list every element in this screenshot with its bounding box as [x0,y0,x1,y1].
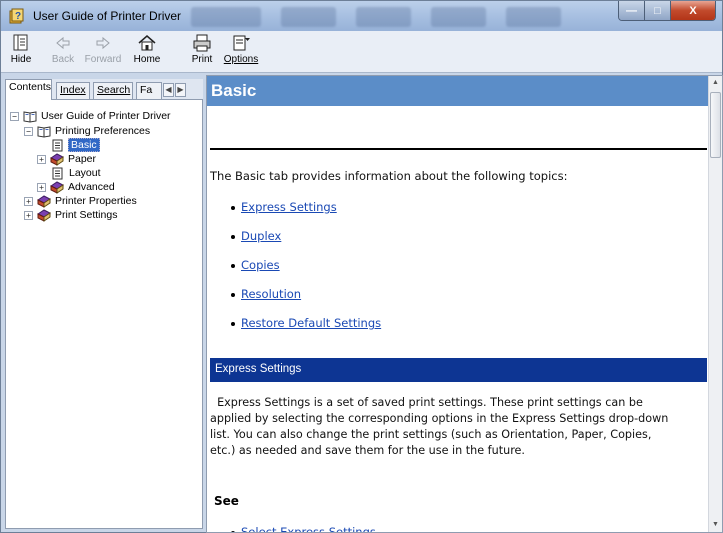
tree-label: Paper [68,153,97,165]
closed-book-icon [50,180,64,194]
see-link-select-express-settings[interactable]: Select Express Settings [241,525,376,532]
section-paragraph: Express Settings is a set of saved print… [210,395,706,459]
tab-scroll-right-icon[interactable]: ▶ [175,83,186,97]
tree-label: User Guide of Printer Driver [41,110,171,122]
tab-contents[interactable]: Contents [5,79,52,100]
title-bar[interactable]: ? User Guide of Printer Driver — □ X [1,1,722,31]
forward-label: Forward [84,54,122,65]
open-book-icon [23,110,37,123]
scroll-down-icon[interactable]: ▼ [709,518,722,532]
window-title: User Guide of Printer Driver [33,9,182,23]
tree-item-root[interactable]: − User Guide of Printer Driver [10,109,172,123]
print-label: Print [191,54,213,65]
page-icon [52,167,63,179]
expand-icon[interactable]: + [37,154,46,164]
collapse-icon[interactable]: − [24,126,33,136]
closed-book-icon [37,194,51,208]
minimize-button[interactable]: — [619,1,645,20]
options-icon [233,35,250,51]
bullet [231,234,235,239]
hide-button[interactable]: Hide [7,33,35,65]
tree-label: Print Settings [55,209,118,221]
maximize-button[interactable]: □ [645,1,671,20]
tree-label: Advanced [68,181,115,193]
tree-item-layout[interactable]: Layout [51,166,102,180]
topic-title: Basic [207,76,710,106]
hide-icon [13,34,28,51]
divider [210,148,707,150]
tree-item-paper[interactable]: + Paper [37,152,97,166]
closed-book-icon [37,208,51,222]
home-icon [138,35,156,51]
tree-label: Layout [69,167,101,179]
paragraph-line: list. You can also change the print sett… [210,428,652,441]
tree-label: Printer Properties [55,195,137,207]
tab-index[interactable]: Index [56,82,90,99]
vertical-scrollbar[interactable]: ▲ ▼ [708,76,722,532]
tree-item-print-settings[interactable]: + Print Settings [24,208,118,222]
navigation-pane: Contents Index Search Fa ◀ ▶ − User Guid… [5,79,203,529]
help-window: ? User Guide of Printer Driver — □ X Hid… [0,0,723,533]
forward-button[interactable]: Forward [83,33,123,65]
topic-link-express-settings[interactable]: Express Settings [241,200,337,214]
bullet [231,205,235,210]
page-icon [52,139,63,151]
tree-label-selected: Basic [68,138,100,152]
tab-search[interactable]: Search [93,82,133,99]
back-label: Back [51,54,75,65]
help-app-icon: ? [9,8,24,24]
options-label: Options [223,54,259,65]
toolbar: Hide Back Forward Home Print Options [1,31,722,73]
list-item: Select Express Settings [231,525,376,532]
topic-link-resolution[interactable]: Resolution [241,287,301,301]
scroll-up-icon[interactable]: ▲ [709,76,722,90]
topic-link-copies[interactable]: Copies [241,258,280,272]
topic-link-restore-default-settings[interactable]: Restore Default Settings [241,316,381,330]
expand-icon[interactable]: + [37,182,46,192]
tree-item-advanced[interactable]: + Advanced [37,180,116,194]
bullet [231,263,235,268]
tree-item-printing-preferences[interactable]: − Printing Preferences [24,124,151,138]
contents-tree: − User Guide of Printer Driver − Printin… [5,99,203,529]
topic-link-duplex[interactable]: Duplex [241,229,281,243]
home-label: Home [133,54,161,65]
section-heading: Express Settings [210,358,707,382]
tree-item-basic[interactable]: Basic [51,138,100,152]
topic-intro: The Basic tab provides information about… [210,169,568,183]
printer-icon [193,34,211,52]
print-button[interactable]: Print [189,33,215,65]
tab-scroll-left-icon[interactable]: ◀ [163,83,174,97]
bullet [231,321,235,326]
back-arrow-icon [56,36,70,50]
close-button[interactable]: X [671,1,715,20]
navigation-tabs: Contents Index Search Fa ◀ ▶ [5,79,203,100]
scrollbar-thumb[interactable] [710,92,721,158]
options-button[interactable]: Options [223,33,259,65]
tree-label: Printing Preferences [55,125,151,137]
closed-book-icon [50,152,64,166]
expand-icon[interactable]: + [24,210,33,220]
topic-pane: Basic The Basic tab provides information… [206,75,723,533]
bullet [231,292,235,297]
caption-buttons: — □ X [618,1,716,21]
paragraph-line: etc.) as needed and save them for the us… [210,444,525,457]
list-item: Copies [231,258,280,272]
hide-label: Hide [10,54,32,65]
open-book-icon [37,125,51,138]
list-item: Resolution [231,287,301,301]
paragraph-line: applied by selecting the corresponding o… [210,412,669,425]
tree-item-printer-properties[interactable]: + Printer Properties [24,194,138,208]
see-also-heading: See [214,494,239,508]
paragraph-line: Express Settings is a set of saved print… [210,396,643,409]
expand-icon[interactable]: + [24,196,33,206]
tab-favorites[interactable]: Fa [136,82,162,99]
home-button[interactable]: Home [130,33,164,65]
collapse-icon[interactable]: − [10,111,19,121]
forward-arrow-icon [96,36,110,50]
svg-text:?: ? [15,11,21,22]
back-button[interactable]: Back [49,33,77,65]
list-item: Express Settings [231,200,337,214]
list-item: Restore Default Settings [231,316,381,330]
list-item: Duplex [231,229,281,243]
